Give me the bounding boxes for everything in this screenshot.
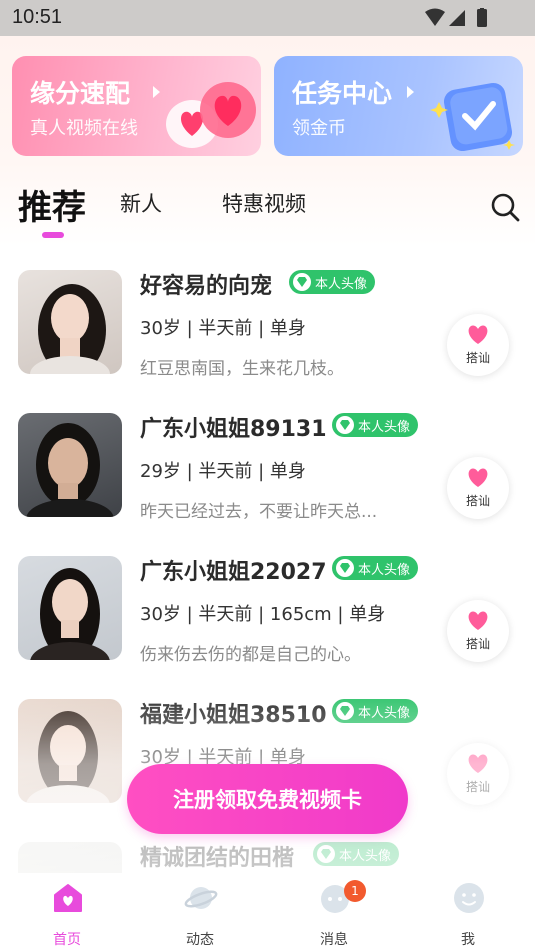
chevron-right-icon xyxy=(153,86,160,98)
nav-label: 首页 xyxy=(53,932,81,948)
heart-icon xyxy=(468,325,488,344)
avatar[interactable] xyxy=(18,556,122,660)
banner-subtitle: 领金币 xyxy=(292,118,346,139)
nav-moments[interactable]: 动态 xyxy=(150,873,250,951)
status-time: 10:51 xyxy=(12,6,63,28)
bottom-nav: 首页 动态 1 消息 我 xyxy=(0,873,535,951)
diamond-icon xyxy=(336,416,354,434)
greet-label: 搭讪 xyxy=(465,637,490,651)
verified-badge: 本人头像 xyxy=(313,842,400,866)
greet-label: 搭讪 xyxy=(465,780,490,794)
verified-label: 本人头像 xyxy=(358,705,411,721)
greet-button[interactable]: 搭讪 xyxy=(447,457,509,519)
wifi-icon xyxy=(425,8,445,26)
user-name: 广东小姐姐22027 xyxy=(140,560,327,585)
verified-badge: 本人头像 xyxy=(332,413,419,437)
heart-icon xyxy=(468,611,488,630)
category-tabs: 推荐 新人 特惠视频 xyxy=(0,180,535,240)
avatar[interactable] xyxy=(18,413,122,517)
heart-icon xyxy=(468,754,488,773)
banner-title: 缘分速配 xyxy=(30,79,131,108)
greet-label: 搭讪 xyxy=(465,494,490,508)
register-free-video-card-button[interactable]: 注册领取免费视频卡 xyxy=(127,764,408,834)
match-banner[interactable]: 缘分速配 真人视频在线 xyxy=(12,56,261,156)
tab-indicator xyxy=(42,232,64,238)
banner-subtitle: 真人视频在线 xyxy=(30,118,138,139)
hearts-icon xyxy=(166,82,256,148)
profile-icon xyxy=(454,883,484,913)
verified-badge: 本人头像 xyxy=(332,699,419,723)
status-bar: 10:51 xyxy=(0,0,535,36)
user-name: 福建小姐姐38510 xyxy=(140,703,327,728)
nav-label: 我 xyxy=(461,932,475,948)
heart-icon xyxy=(468,468,488,487)
verified-label: 本人头像 xyxy=(339,848,392,864)
verified-label: 本人头像 xyxy=(358,562,411,578)
user-name: 广东小姐姐89131 xyxy=(140,417,327,442)
user-bio: 伤来伤去伤的都是自己的心。 xyxy=(140,645,361,665)
task-center-banner[interactable]: 任务中心 领金币 xyxy=(274,56,523,156)
search-icon[interactable] xyxy=(490,192,520,222)
tab-special-video[interactable]: 特惠视频 xyxy=(222,188,306,218)
task-cube-icon xyxy=(430,82,515,152)
user-meta: 30岁 | 半天前 | 单身 xyxy=(140,318,306,339)
avatar[interactable] xyxy=(18,699,122,803)
nav-messages[interactable]: 1 消息 xyxy=(284,873,384,951)
tab-recommend[interactable]: 推荐 xyxy=(18,180,86,229)
nav-label: 动态 xyxy=(186,932,214,948)
verified-label: 本人头像 xyxy=(315,276,368,292)
tab-newcomers[interactable]: 新人 xyxy=(120,188,162,218)
signal-icon xyxy=(449,10,465,26)
user-name: 好容易的向宠 xyxy=(140,274,273,299)
list-item[interactable]: 好容易的向宠 本人头像 30岁 | 半天前 | 单身 红豆思南国，生来花几枝。 … xyxy=(0,262,535,392)
diamond-icon xyxy=(293,273,311,291)
nav-home[interactable]: 首页 xyxy=(17,873,117,951)
diamond-icon xyxy=(336,559,354,577)
list-item[interactable]: 广东小姐姐22027 本人头像 30岁 | 半天前 | 165cm | 单身 伤… xyxy=(0,548,535,678)
home-icon xyxy=(54,884,82,912)
list-item[interactable]: 广东小姐姐89131 本人头像 29岁 | 半天前 | 单身 昨天已经过去，不要… xyxy=(0,405,535,535)
verified-badge: 本人头像 xyxy=(332,556,419,580)
verified-badge: 本人头像 xyxy=(289,270,376,294)
avatar[interactable] xyxy=(18,270,122,374)
greet-button[interactable]: 搭讪 xyxy=(447,314,509,376)
nav-label: 消息 xyxy=(320,932,348,948)
planet-icon xyxy=(184,887,218,909)
unread-count-badge: 1 xyxy=(344,880,366,902)
user-meta: 30岁 | 半天前 | 165cm | 单身 xyxy=(140,604,386,625)
diamond-icon xyxy=(336,702,354,720)
nav-profile[interactable]: 我 xyxy=(418,873,518,951)
user-meta: 29岁 | 半天前 | 单身 xyxy=(140,461,306,482)
greet-label: 搭讪 xyxy=(465,351,490,365)
greet-button[interactable]: 搭讪 xyxy=(447,743,509,805)
banner-title: 任务中心 xyxy=(292,79,393,108)
chevron-right-icon xyxy=(407,86,414,98)
user-name: 精诚团结的田楷 xyxy=(140,846,295,871)
user-bio: 昨天已经过去，不要让昨天总... xyxy=(140,502,378,522)
diamond-icon xyxy=(317,845,335,863)
status-icons xyxy=(425,8,487,27)
user-bio: 红豆思南国，生来花几枝。 xyxy=(140,359,344,379)
battery-icon xyxy=(477,9,487,27)
greet-button[interactable]: 搭讪 xyxy=(447,600,509,662)
verified-label: 本人头像 xyxy=(358,419,411,435)
